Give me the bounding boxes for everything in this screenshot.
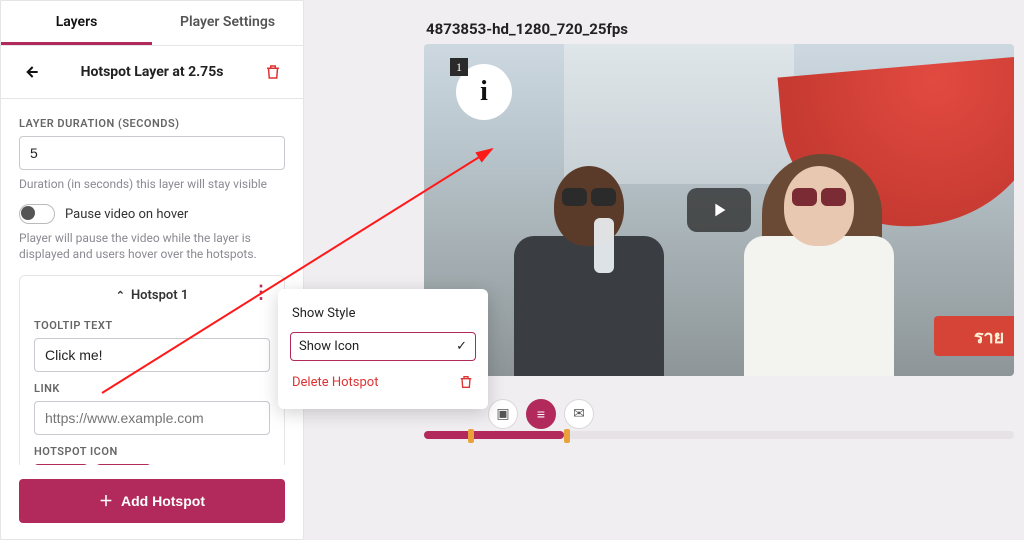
pause-on-hover-label: Pause video on hover: [65, 207, 188, 222]
hotspot-card: ⌃ Hotspot 1 ⋮ TOOLTIP TEXT LINK HOTSPOT …: [19, 275, 285, 465]
plus-icon: ＋: [99, 491, 113, 511]
layer-title: Hotspot Layer at 2.75s: [43, 64, 261, 80]
layer-header: Hotspot Layer at 2.75s: [1, 46, 303, 99]
video-title: 4873853-hd_1280_720_25fps: [426, 20, 1014, 38]
layer-chip-hotspot-icon[interactable]: ✉: [564, 399, 594, 429]
delete-layer-icon[interactable]: [261, 60, 285, 84]
video-player[interactable]: ราย i 1: [424, 44, 1014, 376]
street-sign: ราย: [934, 316, 1014, 356]
menu-delete-hotspot[interactable]: Delete Hotspot: [290, 367, 476, 397]
menu-show-style[interactable]: Show Style: [290, 299, 476, 328]
timeline-marker[interactable]: [468, 429, 474, 443]
add-hotspot-button[interactable]: ＋ Add Hotspot: [19, 479, 285, 523]
pause-on-hover-toggle[interactable]: [19, 204, 55, 224]
pause-help: Player will pause the video while the la…: [19, 230, 285, 262]
timeline-layer-icons: ▣ ≡ ✉: [488, 399, 594, 429]
menu-delete-label: Delete Hotspot: [292, 375, 378, 390]
sidebar: Layers Player Settings Hotspot Layer at …: [0, 0, 304, 540]
timeline-fill: [424, 431, 564, 439]
tooltip-label: TOOLTIP TEXT: [34, 319, 270, 332]
main-area: 4873853-hd_1280_720_25fps ราย i 1 Time: …: [304, 0, 1024, 540]
add-hotspot-label: Add Hotspot: [121, 493, 205, 509]
time-label: Time: 2.75: [426, 384, 1014, 399]
hotspot-info-icon: i: [480, 76, 488, 108]
tab-layers[interactable]: Layers: [1, 1, 152, 45]
timeline-marker[interactable]: [564, 429, 570, 443]
duration-label: LAYER DURATION (SECONDS): [19, 117, 285, 130]
play-button[interactable]: [687, 188, 751, 232]
hotspot-icon-reset[interactable]: Reset: [96, 464, 151, 465]
hotspot-overlay[interactable]: i 1: [456, 64, 512, 120]
hotspot-icon-picker[interactable]: i info: [34, 464, 88, 465]
timeline[interactable]: ▣ ≡ ✉: [424, 405, 1014, 445]
menu-show-icon-label: Show Icon: [299, 339, 359, 354]
link-label: LINK: [34, 382, 270, 395]
layer-chip-image-icon[interactable]: ▣: [488, 399, 518, 429]
tab-player-settings[interactable]: Player Settings: [152, 1, 303, 45]
menu-show-icon[interactable]: Show Icon ✓: [290, 332, 476, 361]
layer-body: LAYER DURATION (SECONDS) Duration (in se…: [1, 99, 303, 465]
hotspot-more-icon[interactable]: ⋮: [252, 286, 270, 300]
link-input[interactable]: [34, 401, 270, 435]
tooltip-input[interactable]: [34, 338, 270, 372]
hotspot-badge: 1: [450, 58, 468, 76]
duration-input[interactable]: [19, 136, 285, 170]
check-icon: ✓: [456, 339, 467, 354]
chevron-up-icon[interactable]: ⌃: [116, 289, 125, 302]
hotspot-title: Hotspot 1: [131, 288, 188, 303]
layer-chip-text-icon[interactable]: ≡: [526, 399, 556, 429]
menu-show-style-label: Show Style: [292, 306, 355, 321]
duration-help: Duration (in seconds) this layer will st…: [19, 176, 285, 192]
tabs: Layers Player Settings: [1, 1, 303, 46]
hotspot-menu-popover: Show Style Show Icon ✓ Delete Hotspot: [278, 289, 488, 409]
hotspot-icon-label: HOTSPOT ICON: [34, 445, 270, 458]
trash-icon: [458, 374, 474, 390]
back-arrow-icon[interactable]: [19, 60, 43, 84]
